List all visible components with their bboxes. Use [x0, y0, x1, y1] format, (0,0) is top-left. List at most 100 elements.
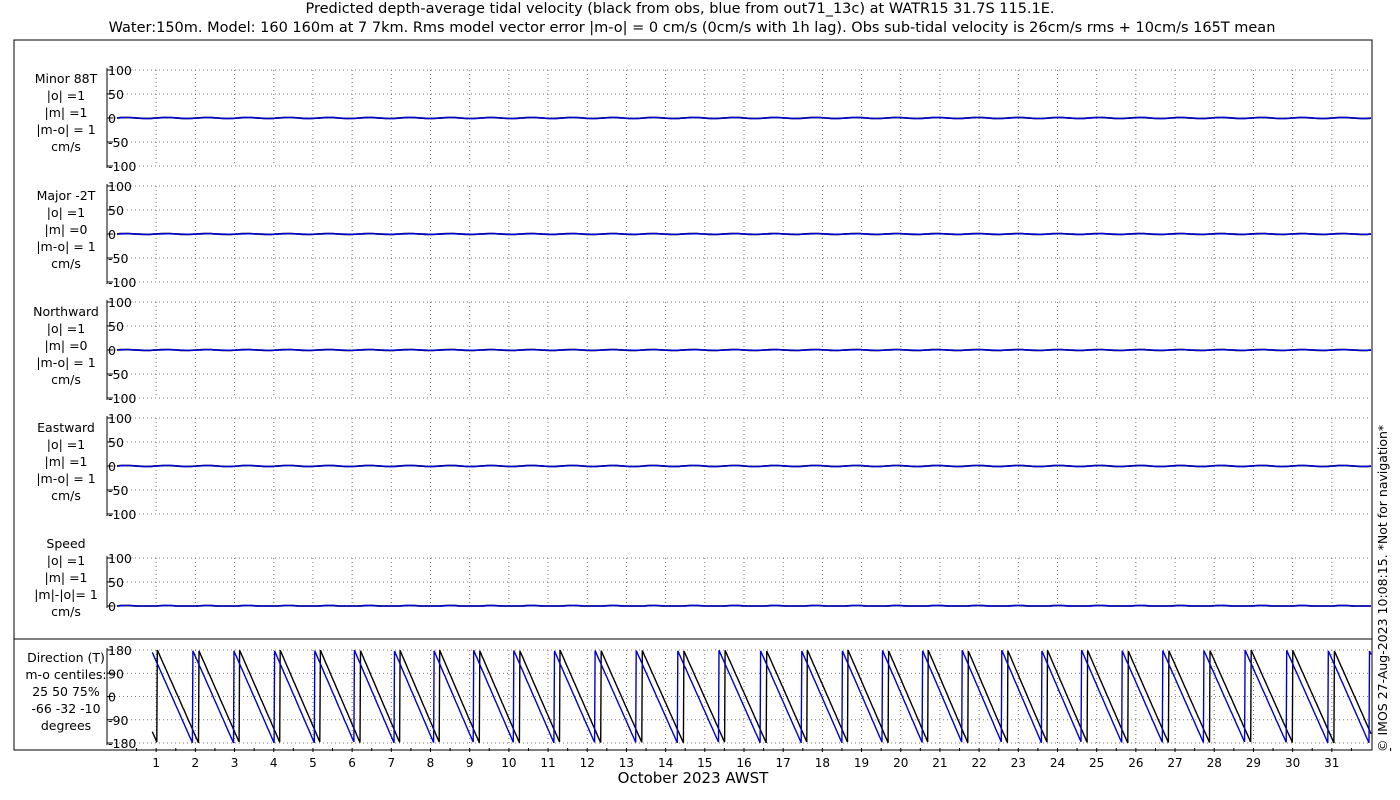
- y-tick-label-eastward: 100: [108, 411, 132, 426]
- y-tick-label-major: -50: [108, 251, 128, 266]
- x-tick-label: 30: [1285, 756, 1300, 770]
- x-tick-label: 6: [348, 756, 356, 770]
- tidal-velocity-chart: Predicted depth-average tidal velocity (…: [13, 1, 1392, 787]
- y-tick-label-direction: 90: [108, 666, 124, 681]
- panel-label-minor: Minor 88T: [35, 71, 98, 86]
- panel-label-minor: |m-o| = 1: [36, 122, 95, 137]
- x-tick-label: 11: [540, 756, 555, 770]
- panel-label-eastward: |o| =1: [47, 437, 85, 452]
- y-tick-label-northward: 100: [108, 295, 132, 310]
- x-tick-label: 24: [1050, 756, 1065, 770]
- y-tick-label-speed: 0: [108, 599, 116, 614]
- panel-label-direction: Direction (T): [27, 650, 105, 665]
- panel-label-eastward: Eastward: [37, 420, 95, 435]
- model-series-major: [116, 232, 1372, 236]
- y-tick-label-major: -100: [108, 275, 136, 290]
- y-tick-label-direction: -180: [108, 736, 136, 751]
- panel-label-major: |m| =0: [45, 222, 88, 237]
- y-tick-label-minor: -100: [108, 159, 136, 174]
- x-tick-label: 5: [309, 756, 317, 770]
- panel-label-minor: |o| =1: [47, 88, 85, 103]
- x-tick-label: 4: [270, 756, 278, 770]
- panel-label-direction: -66 -32 -10: [31, 701, 100, 716]
- x-tick-label: 25: [1089, 756, 1104, 770]
- x-axis-label: October 2023 AWST: [618, 769, 770, 787]
- chart-title-line1: Predicted depth-average tidal velocity (…: [305, 1, 1054, 17]
- y-tick-label-northward: -50: [108, 367, 128, 382]
- x-tick-label: 23: [1011, 756, 1026, 770]
- panel-label-northward: cm/s: [51, 372, 81, 387]
- x-tick-label: 17: [776, 756, 791, 770]
- x-tick-label: 18: [815, 756, 830, 770]
- y-tick-label-northward: 0: [108, 343, 116, 358]
- x-tick-label: 8: [427, 756, 435, 770]
- panel-label-northward: Northward: [33, 304, 99, 319]
- panel-label-speed: |m|-|o|= 1: [34, 587, 98, 602]
- x-axis: 1 2 3 4 5 6 7 8 9 10 11 12 13 14 15 16 17 18 19 20 21 22 23 24 2…: [136, 748, 1392, 770]
- x-tick-label: 1: [152, 756, 160, 770]
- panel-label-northward: |o| =1: [47, 321, 85, 336]
- y-tick-label-direction: -90: [108, 713, 128, 728]
- y-tick-label-minor: -50: [108, 135, 128, 150]
- model-series-speed: [116, 604, 1371, 607]
- y-tick-label-major: 100: [108, 179, 132, 194]
- panel-label-major: cm/s: [51, 256, 81, 271]
- y-tick-label-eastward: 0: [108, 459, 116, 474]
- x-tick-label: 21: [932, 756, 947, 770]
- panel-label-major: |m-o| = 1: [36, 239, 95, 254]
- y-tick-label-direction: 0: [108, 690, 116, 705]
- chart-title-line2: Water:150m. Model: 160 160m at 7 7km. Rm…: [109, 20, 1276, 36]
- y-tick-label-minor: 50: [108, 87, 124, 102]
- panel-label-eastward: |m| =1: [45, 454, 88, 469]
- x-tick-label: 26: [1128, 756, 1143, 770]
- panel-label-minor: |m| =1: [45, 105, 88, 120]
- x-tick-label: 27: [1167, 756, 1182, 770]
- x-tick-label: 7: [387, 756, 395, 770]
- panels-group: 100 50 0 -50 -100 Minor 88T |o| =1 |m| =1 |m-o| …: [25, 63, 1372, 751]
- x-tick-label: 22: [971, 756, 986, 770]
- y-tick-label-minor: 0: [108, 111, 116, 126]
- x-tick-label: 13: [619, 756, 634, 770]
- y-tick-label-speed: 50: [108, 575, 124, 590]
- y-tick-label-minor: 100: [108, 63, 132, 78]
- y-tick-label-northward: 50: [108, 319, 124, 334]
- panel-label-northward: |m-o| = 1: [36, 355, 95, 370]
- x-tick-label: 16: [736, 756, 751, 770]
- x-tick-label: 29: [1246, 756, 1261, 770]
- panel-label-speed: |m| =1: [45, 570, 88, 585]
- y-tick-label-eastward: 50: [108, 435, 124, 450]
- panel-label-speed: cm/s: [51, 604, 81, 619]
- y-tick-label-major: 0: [108, 227, 116, 242]
- x-tick-label: 19: [854, 756, 869, 770]
- x-tick-label: 2: [192, 756, 200, 770]
- y-tick-label-direction: 180: [108, 643, 132, 658]
- x-tick-label: 28: [1207, 756, 1222, 770]
- y-tick-label-speed: 100: [108, 551, 132, 566]
- panel-label-major: |o| =1: [47, 205, 85, 220]
- panel-label-eastward: cm/s: [51, 488, 81, 503]
- x-tick-label: 31: [1324, 756, 1339, 770]
- panel-label-direction: 25 50 75%: [32, 684, 100, 699]
- x-tick-label: 10: [501, 756, 516, 770]
- panel-label-eastward: |m-o| = 1: [36, 471, 95, 486]
- y-tick-label-northward: -100: [108, 391, 136, 406]
- panel-label-direction: m-o centiles:: [25, 667, 106, 682]
- x-tick-label: 15: [697, 756, 712, 770]
- y-tick-label-major: 50: [108, 203, 124, 218]
- x-tick-label: 9: [466, 756, 474, 770]
- model-series-direction: [151, 649, 1372, 744]
- panel-label-minor: cm/s: [51, 139, 81, 154]
- panel-label-speed: Speed: [46, 536, 85, 551]
- panel-label-speed: |o| =1: [47, 553, 85, 568]
- y-tick-label-eastward: -100: [108, 507, 136, 522]
- x-tick-label: 3: [231, 756, 239, 770]
- copyright-note: © IMOS 27-Aug-2023 10:08:15. *Not for na…: [1375, 425, 1390, 752]
- model-series-northward: [116, 348, 1372, 352]
- plot-frame: [13, 39, 1373, 751]
- panel-label-major: Major -2T: [37, 188, 96, 203]
- x-tick-label: 14: [658, 756, 673, 770]
- x-tick-label: 12: [580, 756, 595, 770]
- panel-label-direction: degrees: [41, 718, 91, 733]
- y-tick-label-eastward: -50: [108, 483, 128, 498]
- x-tick-label: 20: [893, 756, 908, 770]
